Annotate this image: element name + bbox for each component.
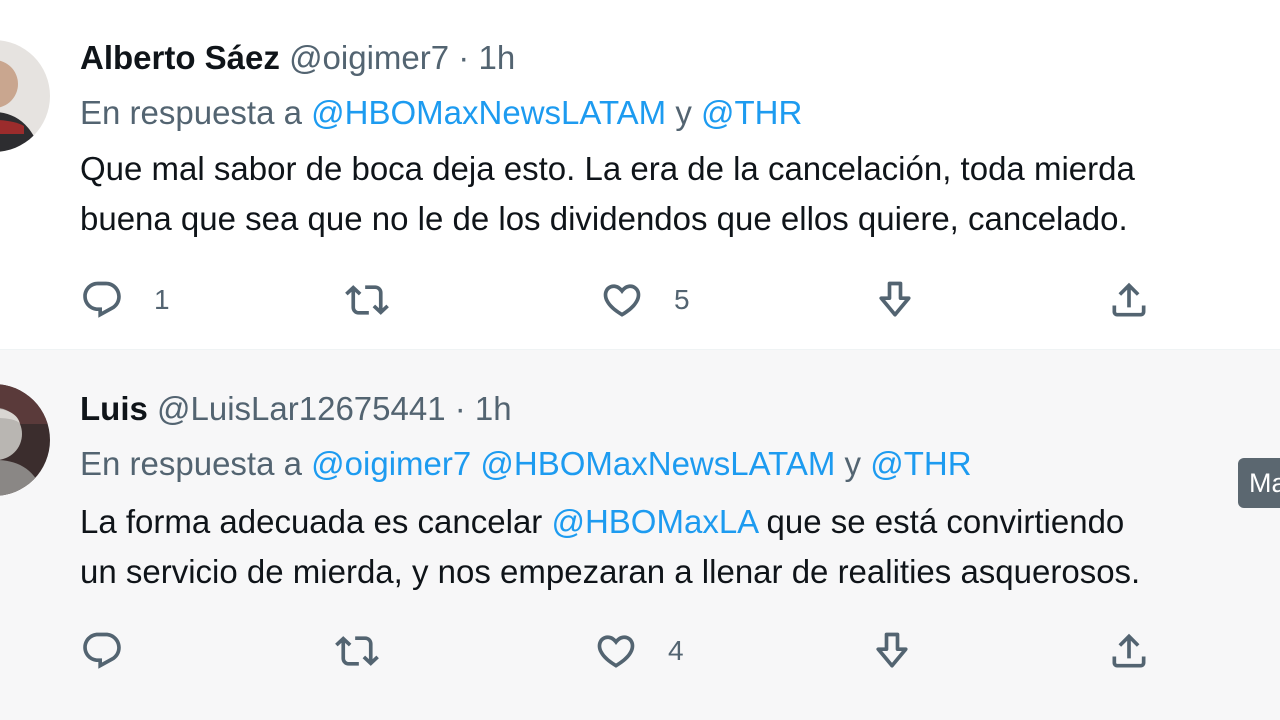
text-segment: La forma adecuada es cancelar <box>80 503 552 540</box>
text-line: buena que sea que no le de los dividendo… <box>80 194 1280 244</box>
mention-link[interactable]: @HBOMaxNewsLATAM <box>311 94 666 131</box>
tweet-text: La forma adecuada es cancelar @HBOMaxLA … <box>80 497 1280 597</box>
text-line: La forma adecuada es cancelar @HBOMaxLA … <box>80 497 1280 547</box>
reply-count: 1 <box>154 284 170 315</box>
text-segment: y <box>835 445 871 482</box>
reply-button[interactable] <box>80 628 154 674</box>
mention-link[interactable]: @THR <box>870 445 971 482</box>
like-button[interactable]: 5 <box>600 277 690 323</box>
download-arrow-icon <box>879 281 911 317</box>
tweet[interactable]: Luis @LuisLar12675441 · 1h En respuesta … <box>0 350 1280 720</box>
author-name[interactable]: Alberto Sáez <box>80 39 280 76</box>
text-segment: buena que sea que no le de los dividendo… <box>80 200 1128 237</box>
reply-targets: @oigimer7 @HBOMaxNewsLATAM y @THR <box>311 445 971 482</box>
download-arrow-icon <box>876 632 908 668</box>
retweet-button[interactable] <box>345 277 419 323</box>
author-handle[interactable]: @oigimer7 <box>289 39 449 76</box>
avatar[interactable] <box>0 40 50 152</box>
action-bar: 1 5 <box>80 277 1180 327</box>
tweet-header: Alberto Sáez @oigimer7 · 1h <box>80 38 515 78</box>
download-button[interactable] <box>873 277 917 323</box>
reply-prefix: En respuesta a <box>80 94 302 131</box>
reply-context: En respuesta a @oigimer7 @HBOMaxNewsLATA… <box>80 444 972 484</box>
tooltip: Ma <box>1238 458 1280 508</box>
mention-link[interactable]: @HBOMaxNewsLATAM <box>480 445 835 482</box>
text-segment: un servicio de mierda, y nos empezaran a… <box>80 553 1141 590</box>
text-segment: Que mal sabor de boca deja esto. La era … <box>80 150 1135 187</box>
share-upload-icon <box>1112 282 1146 317</box>
tweet-text: Que mal sabor de boca deja esto. La era … <box>80 144 1280 244</box>
like-count: 5 <box>674 284 690 315</box>
heart-icon <box>597 635 635 668</box>
mention-link[interactable]: @oigimer7 <box>311 445 471 482</box>
share-button[interactable] <box>1107 628 1151 674</box>
text-line: Que mal sabor de boca deja esto. La era … <box>80 144 1280 194</box>
download-button[interactable] <box>870 628 914 674</box>
reply-context: En respuesta a @HBOMaxNewsLATAM y @THR <box>80 93 802 133</box>
avatar[interactable] <box>0 384 50 496</box>
reply-bubble-icon <box>83 281 121 318</box>
reply-bubble-icon <box>83 632 121 669</box>
share-button[interactable] <box>1107 277 1151 323</box>
tweet-header: Luis @LuisLar12675441 · 1h <box>80 389 512 429</box>
timestamp[interactable]: 1h <box>475 390 512 427</box>
mention-link[interactable]: @THR <box>701 94 802 131</box>
mention-link[interactable]: @HBOMaxLA <box>551 503 757 540</box>
text-line: un servicio de mierda, y nos empezaran a… <box>80 547 1280 597</box>
author-name[interactable]: Luis <box>80 390 148 427</box>
retweet-icon <box>335 636 379 666</box>
heart-icon <box>603 284 641 317</box>
retweet-button[interactable] <box>335 628 409 674</box>
text-segment: que se está convirtiendo <box>757 503 1125 540</box>
share-upload-icon <box>1112 633 1146 668</box>
like-count: 4 <box>668 635 684 666</box>
timestamp[interactable]: 1h <box>478 39 515 76</box>
separator-dot: · <box>458 39 470 76</box>
reply-targets: @HBOMaxNewsLATAM y @THR <box>311 94 802 131</box>
like-button[interactable]: 4 <box>594 628 684 674</box>
text-segment: y <box>666 94 701 131</box>
reply-prefix: En respuesta a <box>80 445 302 482</box>
author-handle[interactable]: @LuisLar12675441 <box>157 390 446 427</box>
action-bar: 4 <box>80 628 1180 678</box>
tweet[interactable]: Alberto Sáez @oigimer7 · 1h En respuesta… <box>0 0 1280 350</box>
separator-dot: · <box>454 390 466 427</box>
text-segment <box>471 445 480 482</box>
retweet-icon <box>345 285 389 315</box>
reply-button[interactable]: 1 <box>80 277 170 323</box>
